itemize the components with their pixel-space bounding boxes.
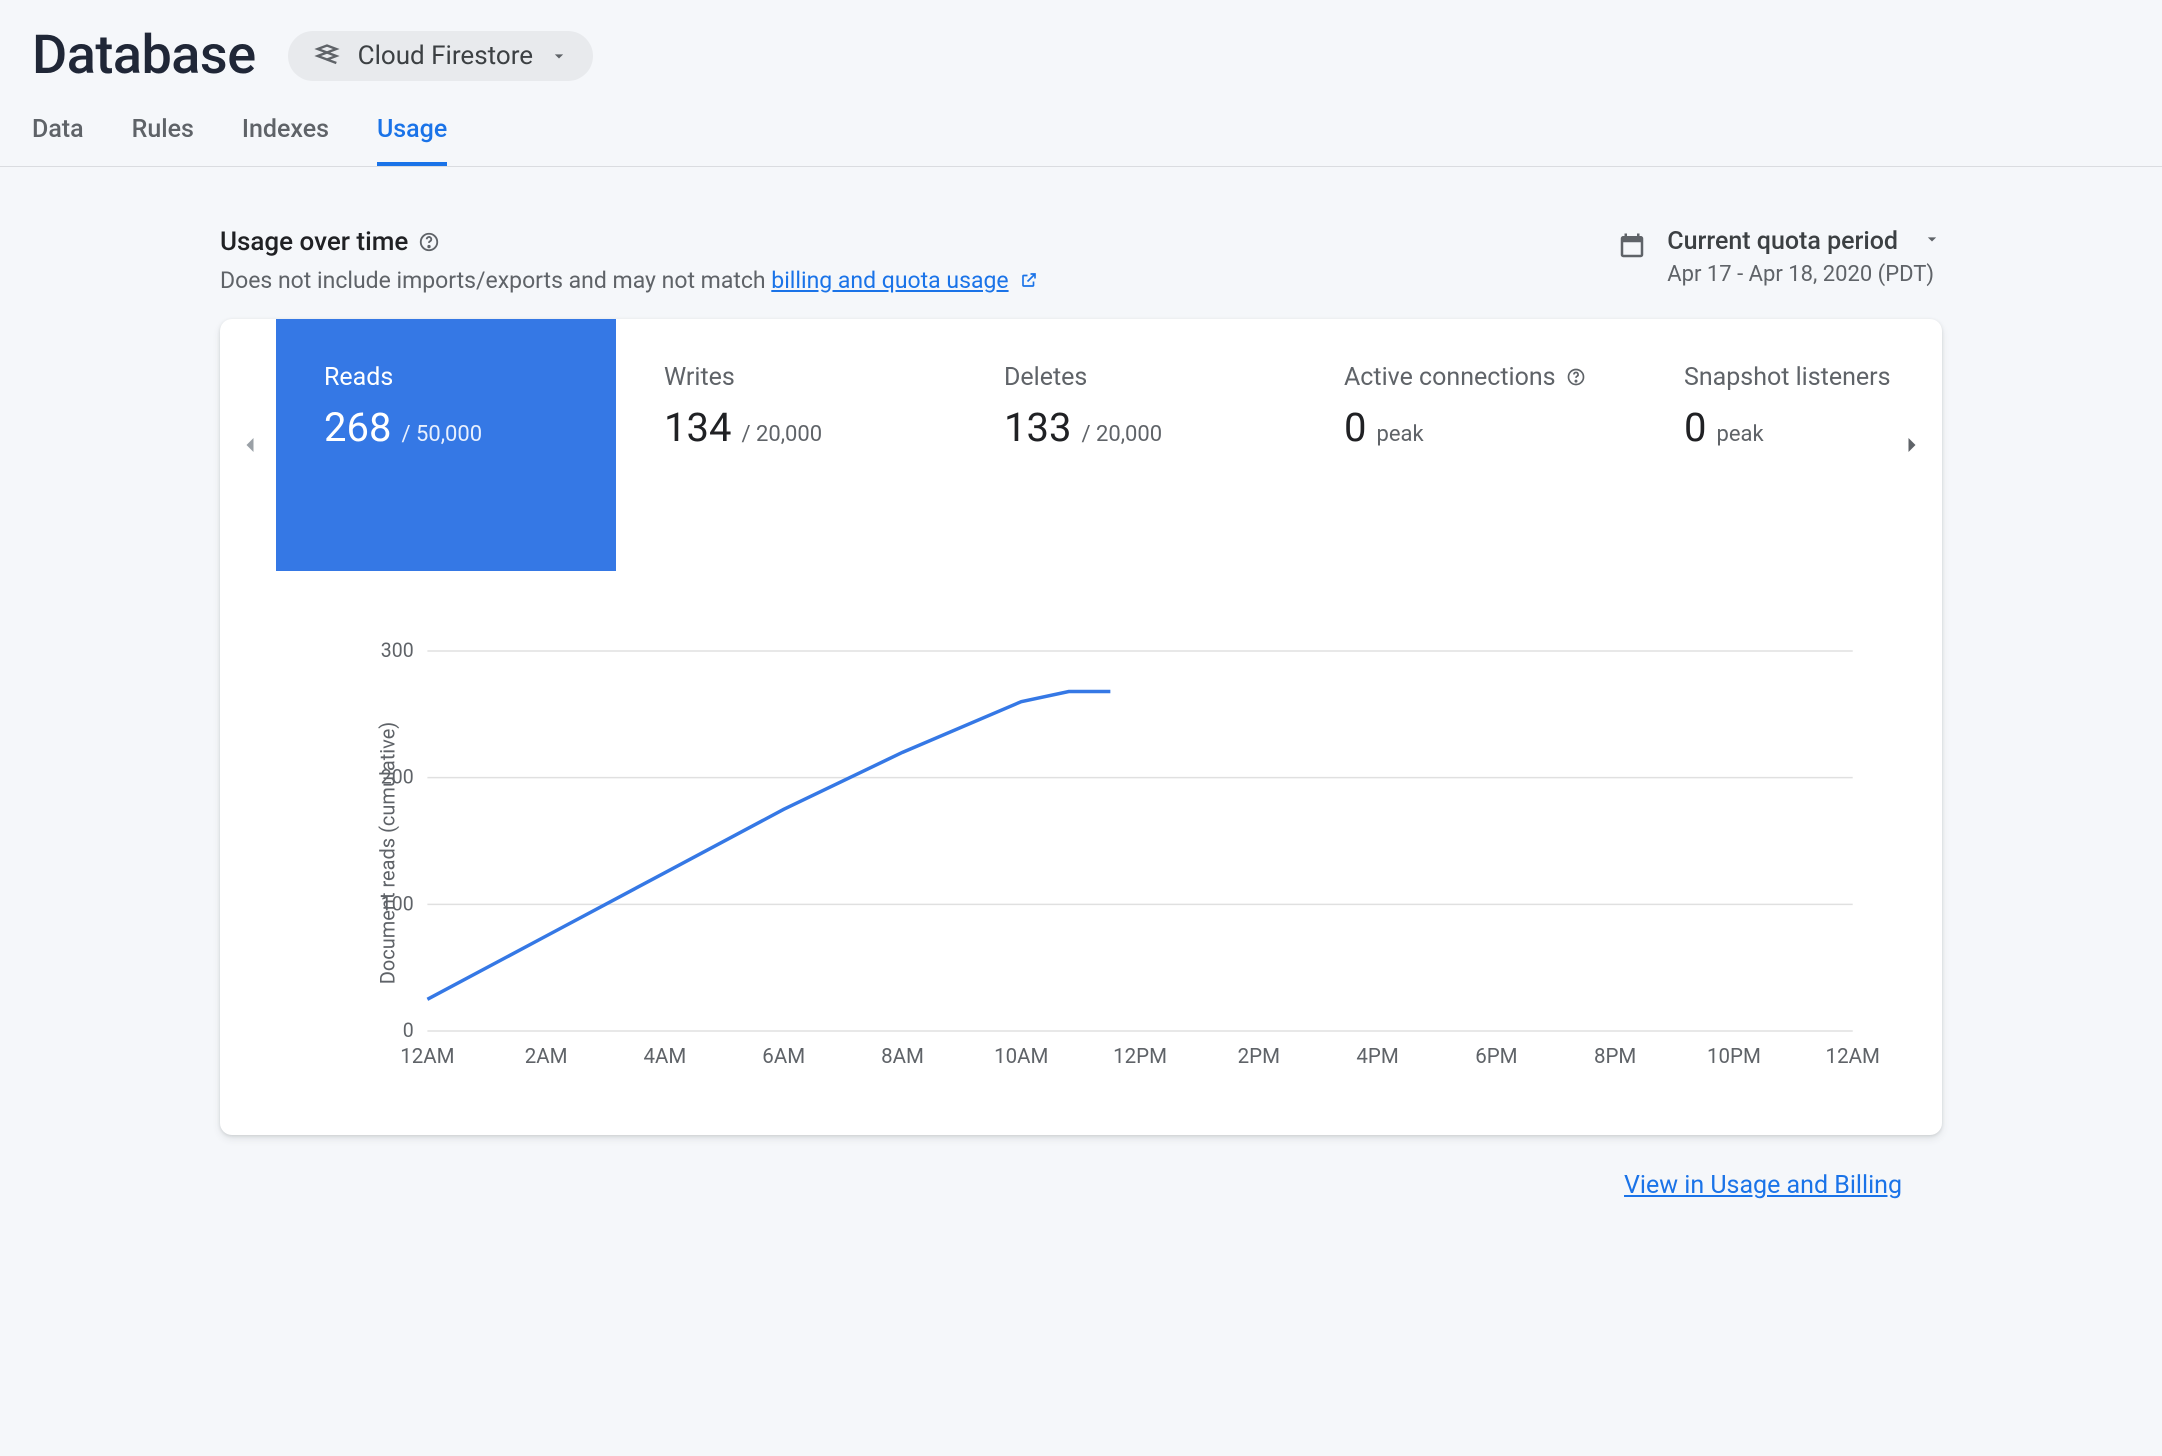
metric-value: 0 (1344, 404, 1366, 451)
metric-value: 268 (324, 404, 391, 451)
help-icon[interactable] (418, 231, 440, 253)
metric-value: 134 (664, 404, 731, 451)
metric-writes[interactable]: Writes 134 / 20,000 (616, 319, 956, 571)
svg-text:12AM: 12AM (1826, 1045, 1880, 1069)
metric-value: 133 (1004, 404, 1071, 451)
svg-text:300: 300 (381, 639, 414, 662)
firestore-icon (312, 41, 342, 71)
chart-y-axis-label: Document reads (cumulative) (375, 722, 399, 985)
svg-text:2PM: 2PM (1238, 1045, 1280, 1069)
metric-snapshot-listeners[interactable]: Snapshot listeners 0 peak (1636, 319, 1901, 571)
chart: Document reads (cumulative) 010020030012… (220, 571, 1942, 1135)
section-title: Usage over time (220, 227, 408, 257)
svg-text:4PM: 4PM (1356, 1045, 1398, 1069)
section-subtitle: Does not include imports/exports and may… (220, 267, 1038, 295)
scroll-left-button[interactable] (234, 429, 266, 461)
svg-text:10PM: 10PM (1707, 1045, 1761, 1069)
svg-text:0: 0 (403, 1019, 414, 1042)
metrics-row: Reads 268 / 50,000 Writes 134 / 20,000 D… (220, 319, 1942, 571)
metric-title: Active connections (1344, 363, 1556, 392)
metric-title: Writes (664, 363, 735, 392)
period-range: Apr 17 - Apr 18, 2020 (PDT) (1667, 262, 1942, 287)
chevron-down-icon (549, 46, 569, 66)
metric-limit: peak (1716, 422, 1763, 447)
database-selector-label: Cloud Firestore (358, 41, 533, 71)
metric-title: Reads (324, 363, 393, 392)
usage-card: Reads 268 / 50,000 Writes 134 / 20,000 D… (220, 319, 1942, 1135)
metric-limit: peak (1376, 422, 1423, 447)
metric-title: Snapshot listeners (1684, 363, 1891, 392)
tab-usage[interactable]: Usage (377, 115, 447, 166)
metric-limit: / 20,000 (741, 422, 822, 447)
svg-text:12PM: 12PM (1113, 1045, 1167, 1069)
tab-rules[interactable]: Rules (132, 115, 194, 166)
tabs: Data Rules Indexes Usage (0, 87, 2162, 167)
svg-text:2AM: 2AM (525, 1045, 568, 1069)
chevron-down-icon (1922, 227, 1942, 256)
help-icon[interactable] (1566, 367, 1588, 389)
metric-deletes[interactable]: Deletes 133 / 20,000 (956, 319, 1296, 571)
metric-limit: / 50,000 (401, 422, 482, 447)
svg-text:6PM: 6PM (1475, 1045, 1517, 1069)
billing-quota-link[interactable]: billing and quota usage (771, 267, 1008, 294)
metric-title: Deletes (1004, 363, 1087, 392)
svg-text:6AM: 6AM (762, 1045, 805, 1069)
tab-data[interactable]: Data (32, 115, 84, 166)
svg-text:8AM: 8AM (881, 1045, 924, 1069)
external-link-icon (1020, 268, 1038, 295)
svg-text:4AM: 4AM (644, 1045, 687, 1069)
svg-text:8PM: 8PM (1594, 1045, 1636, 1069)
database-selector[interactable]: Cloud Firestore (288, 31, 593, 81)
svg-text:10AM: 10AM (994, 1045, 1048, 1069)
date-range-picker[interactable]: Current quota period Apr 17 - Apr 18, 20… (1617, 227, 1942, 287)
scroll-right-button[interactable] (1896, 429, 1928, 461)
metric-reads[interactable]: Reads 268 / 50,000 (276, 319, 616, 571)
metric-active-connections[interactable]: Active connections 0 peak (1296, 319, 1636, 571)
chart-svg: 010020030012AM2AM4AM6AM8AM10AM12PM2PM4PM… (320, 631, 1882, 1091)
view-usage-billing-link[interactable]: View in Usage and Billing (1624, 1171, 1902, 1200)
metric-value: 0 (1684, 404, 1706, 451)
svg-text:12AM: 12AM (400, 1045, 454, 1069)
period-label: Current quota period (1667, 227, 1898, 256)
tab-indexes[interactable]: Indexes (242, 115, 329, 166)
calendar-icon (1617, 231, 1647, 261)
metric-limit: / 20,000 (1081, 422, 1162, 447)
page-title: Database (32, 24, 256, 87)
